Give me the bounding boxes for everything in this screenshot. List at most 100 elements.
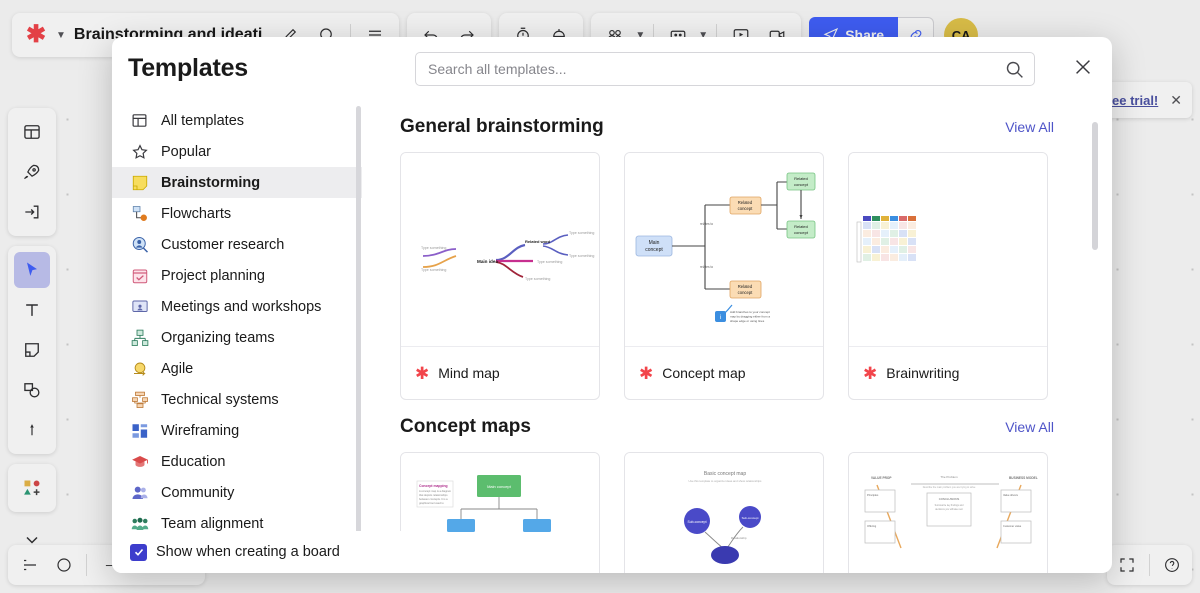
sidebar-item-flowcharts[interactable]: Flowcharts (112, 198, 362, 229)
svg-text:Main: Main (649, 240, 660, 246)
svg-text:VALUE PROP: VALUE PROP (871, 476, 892, 480)
svg-text:Use this template to organize: Use this template to organize ideas and … (689, 479, 763, 483)
svg-text:relates to: relates to (700, 265, 713, 269)
svg-text:Related: Related (738, 284, 753, 289)
svg-text:Basic concept map: Basic concept map (704, 471, 746, 477)
concept-map-thumbnail: Main concept Related concept Related con… (625, 153, 823, 347)
sidebar-item-label: Wireframing (161, 422, 240, 439)
svg-text:Type something: Type something (569, 231, 594, 235)
template-card-concept-map[interactable]: Main concept Related concept Related con… (624, 152, 824, 400)
sidebar-item-meetings-workshops[interactable]: Meetings and workshops (112, 291, 362, 322)
search-input[interactable] (415, 52, 1035, 86)
svg-text:Customer value: Customer value (1003, 524, 1022, 528)
svg-text:A concept map is a diagram: A concept map is a diagram (419, 489, 451, 493)
sidebar-item-agile[interactable]: Agile (112, 353, 362, 384)
sidebar-scrollbar[interactable] (356, 106, 361, 554)
template-name: Concept map (662, 365, 746, 381)
svg-text:Sub-concept: Sub-concept (742, 516, 759, 520)
sidebar-item-label: Education (161, 453, 226, 470)
modal-header: Templates (112, 37, 1112, 100)
sidebar-item-all-templates[interactable]: All templates (112, 105, 362, 136)
svg-text:shape edge or using lines: shape edge or using lines (730, 319, 765, 323)
svg-text:CONCLUSIONS: CONCLUSIONS (939, 497, 960, 501)
sidebar-item-community[interactable]: Community (112, 477, 362, 508)
org-chart-icon (130, 328, 149, 347)
svg-text:Main idea: Main idea (477, 259, 498, 264)
template-card-brainwriting[interactable]: ✱ Brainwriting (848, 152, 1048, 400)
sidebar-item-wireframing[interactable]: Wireframing (112, 415, 362, 446)
sidebar-item-popular[interactable]: Popular (112, 136, 362, 167)
svg-text:Related: Related (794, 224, 808, 229)
concept-map-green-thumbnail: Concept mapping A concept map is a diagr… (401, 453, 599, 573)
svg-text:concept: concept (738, 290, 754, 295)
template-card-mind-map[interactable]: Main idea Related word Type something Ty… (400, 152, 600, 400)
svg-text:graphical tool used to: graphical tool used to (419, 501, 444, 505)
sidebar-item-label: Community (161, 484, 235, 501)
svg-text:Related word: Related word (525, 239, 551, 244)
content-scrollbar[interactable] (1092, 122, 1098, 250)
sticky-note-icon (130, 173, 149, 192)
template-card-concept-map-columns[interactable]: The Problem Describe the main problem yo… (848, 452, 1048, 573)
svg-text:concept: concept (645, 247, 663, 253)
svg-text:Add branches to your concept: Add branches to your concept (730, 310, 770, 314)
view-all-link[interactable]: View All (1005, 419, 1054, 435)
svg-text:i: i (720, 315, 721, 321)
sidebar-item-label: Meetings and workshops (161, 298, 322, 315)
card-footer: ✱ Concept map (625, 347, 823, 399)
sidebar-item-label: Agile (161, 360, 194, 377)
svg-text:concept: concept (794, 182, 809, 187)
sidebar-item-organizing-teams[interactable]: Organizing teams (112, 322, 362, 353)
magnifier-person-icon (130, 235, 149, 254)
card-row-general-brainstorming: Main idea Related word Type something Ty… (400, 152, 1112, 400)
mind-map-thumbnail: Main idea Related word Type something Ty… (401, 153, 599, 347)
sidebar-item-technical-systems[interactable]: Technical systems (112, 384, 362, 415)
svg-text:Type something: Type something (569, 254, 594, 258)
svg-text:The Problem: The Problem (940, 475, 958, 479)
show-on-create-footer: Show when creating a board (112, 531, 422, 573)
sidebar-item-customer-research[interactable]: Customer research (112, 229, 362, 260)
miro-logo-icon-card: ✱ (863, 363, 878, 383)
card-footer: ✱ Brainwriting (849, 347, 1047, 399)
sidebar-item-label: Flowcharts (161, 205, 232, 222)
svg-text:BUSINESS MODEL: BUSINESS MODEL (1009, 476, 1038, 480)
view-all-link[interactable]: View All (1005, 119, 1054, 135)
people-icon (130, 483, 149, 502)
show-when-creating-checkbox[interactable] (130, 543, 147, 561)
sidebar-item-label: Technical systems (161, 391, 279, 408)
svg-text:Offering: Offering (867, 524, 877, 528)
template-card-concept-map-circles[interactable]: Basic concept map Use this template to o… (624, 452, 824, 573)
sidebar-item-education[interactable]: Education (112, 446, 362, 477)
miro-logo-icon-card: ✱ (639, 363, 654, 383)
svg-text:concept: concept (794, 230, 809, 235)
search-icon[interactable] (1004, 59, 1025, 85)
svg-text:Type something: Type something (421, 268, 446, 272)
template-name: Brainwriting (886, 365, 960, 381)
sidebar-item-brainstorming[interactable]: Brainstorming (112, 167, 362, 198)
sidebar-item-label: Project planning (161, 267, 265, 284)
check-icon (134, 548, 143, 556)
template-card-concept-map-green[interactable]: Concept mapping A concept map is a diagr… (400, 452, 600, 573)
calendar-check-icon (130, 266, 149, 285)
close-icon[interactable] (1072, 56, 1094, 83)
templates-sidebar[interactable]: All templates Popular Brainstorming Flow… (112, 100, 362, 573)
section-header-concept-maps: Concept maps View All (400, 416, 1112, 438)
svg-text:decisions you will take next: decisions you will take next (935, 508, 963, 511)
svg-text:Value drivers: Value drivers (1003, 493, 1019, 497)
agile-cycle-icon (130, 359, 149, 378)
miro-logo-icon-card: ✱ (415, 363, 430, 383)
search-field-wrap (415, 52, 1035, 86)
svg-text:Concept mapping: Concept mapping (419, 484, 448, 488)
svg-text:concept: concept (738, 206, 754, 211)
concept-map-circles-thumbnail: Basic concept map Use this template to o… (625, 453, 823, 573)
sidebar-item-label: Popular (161, 143, 211, 160)
show-when-creating-label: Show when creating a board (156, 544, 340, 560)
svg-text:Type something: Type something (525, 277, 550, 281)
technical-systems-icon (130, 390, 149, 409)
graduation-cap-icon (130, 452, 149, 471)
sidebar-item-label: All templates (161, 112, 245, 129)
section-title: General brainstorming (400, 116, 604, 137)
sidebar-item-project-planning[interactable]: Project planning (112, 260, 362, 291)
wireframe-icon (130, 421, 149, 440)
svg-text:Relationship: Relationship (731, 536, 747, 540)
card-footer: ✱ Mind map (401, 347, 599, 399)
